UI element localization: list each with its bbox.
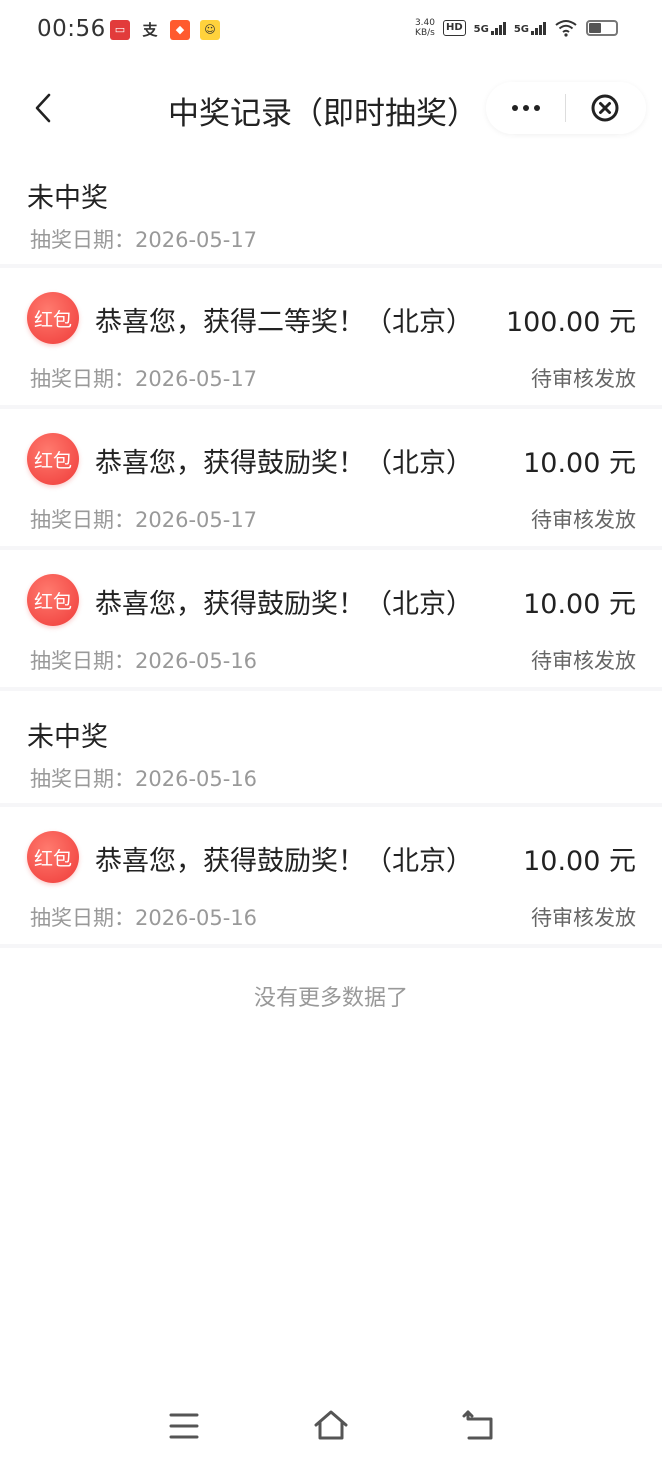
more-dots-icon bbox=[523, 105, 529, 111]
capsule-divider bbox=[565, 94, 566, 122]
wifi-icon bbox=[555, 20, 577, 37]
no-prize-title: 未中奖 bbox=[27, 722, 108, 753]
list-item[interactable]: 红包 恭喜您，获得鼓励奖！（北京） 10.00 元 抽奖日期：2026-05-1… bbox=[0, 409, 662, 550]
no-prize-title: 未中奖 bbox=[27, 183, 108, 214]
back-button[interactable] bbox=[28, 86, 58, 130]
battery-icon bbox=[586, 20, 618, 36]
tv-app-icon: ▭ bbox=[110, 20, 130, 40]
list-item[interactable]: 红包 恭喜您，获得二等奖！（北京） 100.00 元 抽奖日期：2026-05-… bbox=[0, 268, 662, 409]
prize-text: 恭喜您，获得鼓励奖！（北京） bbox=[95, 589, 473, 620]
red-packet-badge: 红包 bbox=[27, 574, 79, 626]
prize-status: 待审核发放 bbox=[531, 649, 636, 673]
red-packet-badge: 红包 bbox=[27, 831, 79, 883]
shopping-app-icon: ◆ bbox=[170, 20, 190, 40]
draw-date: 抽奖日期：2026-05-17 bbox=[30, 228, 258, 252]
prize-amount: 10.00 元 bbox=[523, 448, 636, 479]
list-item[interactable]: 红包 恭喜您，获得鼓励奖！（北京） 10.00 元 抽奖日期：2026-05-1… bbox=[0, 807, 662, 948]
more-dots-icon bbox=[512, 105, 518, 111]
close-button[interactable] bbox=[590, 93, 620, 123]
no-more-data-text: 没有更多数据了 bbox=[253, 986, 408, 1011]
menu-button[interactable] bbox=[164, 1406, 204, 1446]
back-icon bbox=[462, 1410, 493, 1440]
red-packet-badge: 红包 bbox=[27, 292, 79, 344]
signal-5g-icon: 5G bbox=[513, 21, 546, 35]
back-nav-button[interactable] bbox=[459, 1406, 499, 1446]
draw-date: 抽奖日期：2026-05-16 bbox=[30, 649, 258, 673]
close-circle-icon bbox=[591, 94, 619, 122]
prize-amount: 10.00 元 bbox=[523, 589, 636, 620]
draw-date: 抽奖日期：2026-05-17 bbox=[30, 367, 258, 391]
list-item[interactable]: 红包 恭喜您，获得鼓励奖！（北京） 10.00 元 抽奖日期：2026-05-1… bbox=[0, 550, 662, 691]
system-navigation-bar bbox=[0, 1392, 662, 1472]
prize-status: 待审核发放 bbox=[531, 508, 636, 532]
prize-text: 恭喜您，获得鼓励奖！（北京） bbox=[95, 846, 473, 877]
nav-bar: 中奖记录（即时抽奖） bbox=[0, 64, 662, 152]
list-item: 未中奖 抽奖日期：2026-05-17 bbox=[0, 152, 662, 268]
game-app-icon: ☺ bbox=[200, 20, 220, 40]
net-speed: 3.40 KB/s bbox=[415, 18, 435, 38]
net-speed-unit: KB/s bbox=[415, 28, 435, 38]
net-speed-value: 3.40 bbox=[414, 18, 435, 28]
home-icon bbox=[314, 1410, 348, 1440]
alipay-icon: 支 bbox=[140, 20, 160, 40]
prize-amount: 100.00 元 bbox=[505, 307, 636, 338]
status-bar: 00:56 ▭ 支 ◆ ☺ 3.40 KB/s HD 5G 5G bbox=[0, 0, 662, 64]
signal-5g-icon: 5G bbox=[473, 21, 506, 35]
prize-amount: 10.00 元 bbox=[523, 846, 636, 877]
signal-label: 5G bbox=[513, 23, 529, 35]
mini-program-capsule bbox=[486, 82, 646, 134]
more-button[interactable] bbox=[500, 88, 552, 128]
more-dots-icon bbox=[534, 105, 540, 111]
signal-label: 5G bbox=[473, 23, 489, 35]
prize-text: 恭喜您，获得鼓励奖！（北京） bbox=[95, 448, 473, 479]
system-icons: 3.40 KB/s HD 5G 5G bbox=[415, 18, 618, 38]
hd-icon: HD bbox=[442, 20, 466, 36]
prize-status: 待审核发放 bbox=[531, 367, 636, 391]
status-time: 00:56 bbox=[37, 16, 106, 42]
draw-date: 抽奖日期：2026-05-16 bbox=[30, 767, 258, 791]
draw-date: 抽奖日期：2026-05-17 bbox=[30, 508, 258, 532]
prize-record-list: 未中奖 抽奖日期：2026-05-17 红包 恭喜您，获得二等奖！（北京） 10… bbox=[0, 152, 662, 948]
chevron-left-icon bbox=[35, 93, 51, 123]
menu-icon bbox=[169, 1413, 199, 1439]
prize-text: 恭喜您，获得二等奖！（北京） bbox=[95, 307, 473, 338]
notification-icons: ▭ 支 ◆ ☺ bbox=[110, 20, 220, 40]
draw-date: 抽奖日期：2026-05-16 bbox=[30, 906, 258, 930]
home-button[interactable] bbox=[311, 1406, 351, 1446]
prize-status: 待审核发放 bbox=[531, 906, 636, 930]
page-title: 中奖记录（即时抽奖） bbox=[168, 96, 478, 132]
red-packet-badge: 红包 bbox=[27, 433, 79, 485]
list-item: 未中奖 抽奖日期：2026-05-16 bbox=[0, 691, 662, 807]
